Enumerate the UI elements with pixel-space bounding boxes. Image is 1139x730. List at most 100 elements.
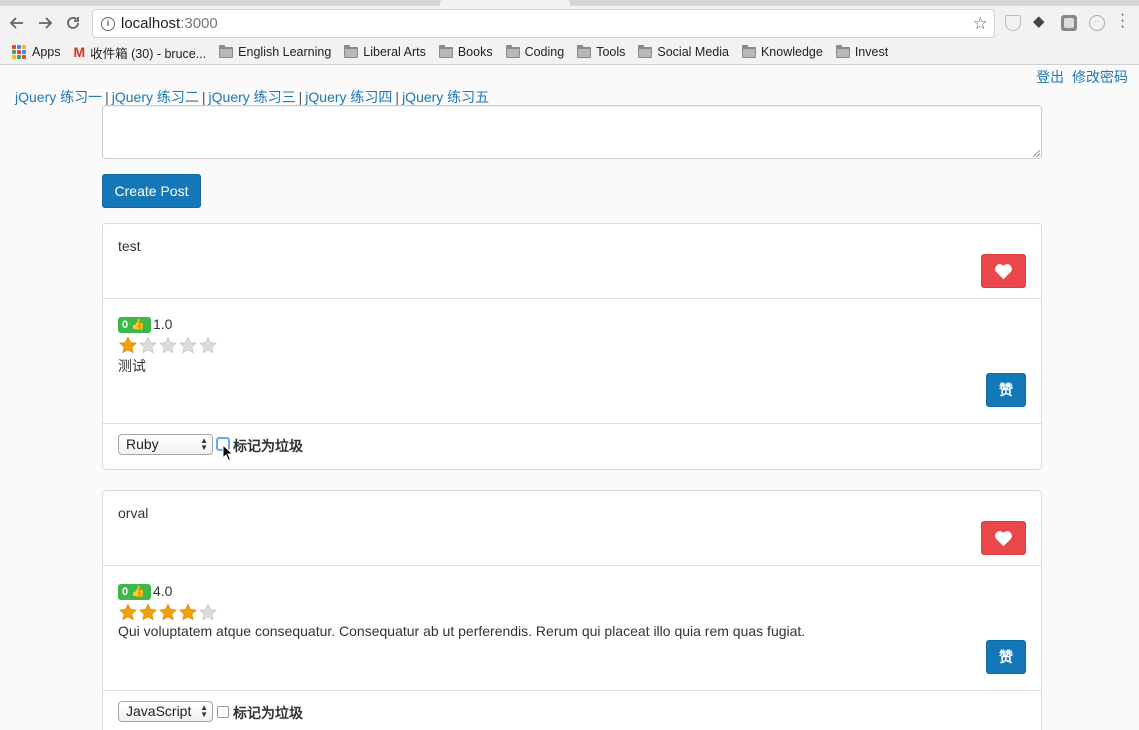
thumbs-up-icon: 👍 [131,319,145,331]
bookmark-folder-english-learning[interactable]: English Learning [219,44,332,59]
post-card: orval 0 👍 4.0 Qui voluptatem atque conse… [102,490,1042,730]
post-textarea[interactable] [102,105,1042,159]
spam-label: 标记为垃圾 [233,438,303,454]
forward-icon[interactable] [34,12,56,34]
bookmark-star-icon[interactable]: ☆ [973,14,988,34]
bookmark-label: Invest [854,45,889,59]
post-title: test [118,238,141,254]
page-content: 登出 修改密码 jQuery 练习一 | jQuery 练习二 | jQuery 练习三… [0,65,1139,730]
bookmark-folder-coding[interactable]: Coding [505,44,565,59]
apps-grid-icon [12,45,26,59]
rating-value: 4.0 [153,583,173,599]
bookmark-label: Knowledge [760,45,823,59]
star-empty-icon[interactable] [198,336,218,354]
bookmark-folder-knowledge[interactable]: Knowledge [741,44,823,59]
evernote-extension-icon[interactable]: ◆ [1033,12,1049,30]
nav-link-exercise-3[interactable]: jQuery 练习三 [209,89,296,105]
site-info-icon[interactable]: i [101,16,115,31]
bookmark-label: Liberal Arts [363,45,426,59]
like-button[interactable]: 赞 [986,373,1026,407]
star-empty-icon[interactable] [178,336,198,354]
change-password-link[interactable]: 修改密码 [1072,69,1128,85]
folder-icon [638,44,653,58]
star-rating[interactable] [118,603,218,621]
nav-link-exercise-2[interactable]: jQuery 练习二 [112,89,199,105]
bookmark-folder-books[interactable]: Books [438,44,493,59]
heart-icon [995,530,1012,546]
bookmark-apps[interactable]: Apps [12,45,61,59]
thumbs-up-icon: 👍 [131,586,145,598]
star-filled-icon[interactable] [118,603,138,621]
nav-link-exercise-4[interactable]: jQuery 练习四 [305,89,392,105]
folder-icon [344,44,359,58]
category-select[interactable]: Ruby ▲ ▼ [118,434,213,455]
bookmark-folder-social-media[interactable]: Social Media [638,44,729,59]
bookmark-label: English Learning [238,45,332,59]
like-count-badge: 0 👍 [118,317,151,333]
nav-separator: | [298,89,303,105]
post-footer: JavaScript ▲ ▼ 标记为垃圾 [103,691,1041,730]
favorite-button[interactable] [981,254,1026,288]
post-body: 0 👍 1.0 测试 赞 [103,299,1041,424]
star-empty-icon[interactable] [138,336,158,354]
nav-separator: | [201,89,206,105]
bookmark-folder-tools[interactable]: Tools [577,44,626,59]
star-filled-icon[interactable] [158,603,178,621]
folder-icon [219,44,234,58]
resize-grip-icon[interactable] [1033,150,1040,157]
star-empty-icon[interactable] [198,603,218,621]
logout-link[interactable]: 登出 [1036,69,1064,85]
bookmark-folder-invest[interactable]: Invest [835,44,889,59]
select-arrows-icon: ▲ ▼ [200,436,208,452]
bookmarks-bar: Apps M 收件箱 (30) - bruce... English Learn… [0,40,1139,65]
bookmark-label: Apps [32,45,61,59]
folder-icon [505,44,520,58]
exercise-nav: jQuery 练习一 | jQuery 练习二 | jQuery 练习三 | jQuery … [15,87,489,107]
nav-link-exercise-5[interactable]: jQuery 练习五 [402,89,489,105]
nav-separator: | [395,89,400,105]
post-body: 0 👍 4.0 Qui voluptatem atque consequatur… [103,566,1041,691]
post-footer: Ruby ▲ ▼ 标记为垃圾 [103,424,1041,469]
category-select[interactable]: JavaScript ▲ ▼ [118,701,213,722]
category-selected-value: Ruby [126,436,159,452]
mouse-cursor-icon [222,444,234,462]
spam-checkbox[interactable] [217,706,229,718]
bookmark-label: Coding [524,45,565,59]
star-filled-icon[interactable] [138,603,158,621]
favorite-button[interactable] [981,521,1026,555]
bookmark-gmail[interactable]: M 收件箱 (30) - bruce... [74,43,207,62]
bookmark-label: Social Media [657,45,729,59]
extension-shield-icon[interactable] [1005,15,1021,31]
post-content: Qui voluptatem atque consequatur. Conseq… [118,623,806,639]
bookmark-folder-liberal-arts[interactable]: Liberal Arts [344,44,426,59]
browser-toolbar: i localhost:3000 ☆ ◆ ·· · · · [0,6,1139,40]
browser-menu-icon[interactable]: · · · [1120,7,1125,35]
extension-square-icon[interactable] [1061,15,1077,31]
star-filled-icon[interactable] [118,336,138,354]
post-header: orval [103,491,1041,566]
address-bar[interactable]: i localhost:3000 ☆ [92,9,995,38]
like-button[interactable]: 赞 [986,640,1026,674]
folder-icon [741,44,756,58]
nav-separator: | [105,89,109,105]
address-url: localhost:3000 [121,15,218,32]
folder-icon [577,44,592,58]
star-empty-icon[interactable] [158,336,178,354]
star-filled-icon[interactable] [178,603,198,621]
rating-value: 1.0 [153,316,173,332]
star-rating[interactable] [118,336,218,354]
post-header: test [103,224,1041,299]
post-card: test 0 👍 1.0 测试 赞 Ruby ▲ ▼ 标记为垃圾 [102,223,1042,470]
gmail-icon: M [73,44,86,60]
folder-icon [438,44,453,58]
nav-link-exercise-1[interactable]: jQuery 练习一 [15,89,102,105]
back-icon[interactable] [6,12,28,34]
heart-icon [995,263,1012,279]
reload-icon[interactable] [62,12,84,34]
bookmark-label: 收件箱 (30) - bruce... [90,46,207,61]
extension-circle-icon[interactable]: ·· [1089,15,1105,31]
bookmark-label: Tools [596,45,626,59]
post-content: 测试 [118,358,146,374]
like-count-badge: 0 👍 [118,584,151,600]
create-post-button[interactable]: Create Post [102,174,201,208]
